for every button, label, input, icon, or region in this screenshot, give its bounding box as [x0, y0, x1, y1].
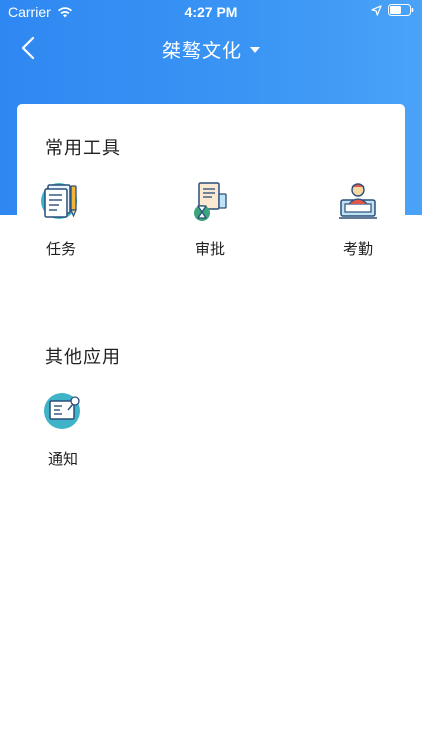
common-tools-card: 常用工具 任务 审批 考勤 — [17, 104, 405, 284]
common-tools-title: 常用工具 — [45, 138, 121, 159]
task-list-icon — [41, 183, 77, 219]
battery-icon — [388, 4, 414, 16]
tool-item-task[interactable]: 任务 — [26, 180, 96, 259]
location-arrow-icon — [371, 4, 382, 16]
tool-item-notice[interactable]: 通知 — [28, 390, 98, 469]
other-apps-title: 其他应用 — [45, 347, 121, 368]
approval-icon — [194, 182, 227, 221]
status-right-group — [371, 4, 414, 16]
navigation-bar: 桀骜文化 — [0, 24, 422, 72]
tool-label-attendance: 考勤 — [342, 240, 373, 258]
caret-down-icon — [250, 46, 260, 53]
page-title: 桀骜文化 — [161, 40, 242, 62]
status-time: 4:27 PM — [184, 4, 238, 20]
tool-item-attendance[interactable]: 考勤 — [323, 180, 393, 259]
company-switcher[interactable]: 桀骜文化 — [0, 36, 422, 63]
tool-label-task: 任务 — [45, 240, 76, 258]
tool-label-notice: 通知 — [47, 450, 78, 468]
tool-item-approval[interactable]: 审批 — [175, 180, 245, 259]
notice-icon — [44, 393, 80, 429]
tool-label-approval: 审批 — [194, 240, 225, 258]
attendance-icon — [339, 183, 377, 219]
app-screen: Carrier 4:27 PM 桀骜文化 常用工具 任务 审批 考勤 其他应用 … — [0, 0, 422, 750]
status-bar: Carrier 4:27 PM — [0, 0, 422, 24]
